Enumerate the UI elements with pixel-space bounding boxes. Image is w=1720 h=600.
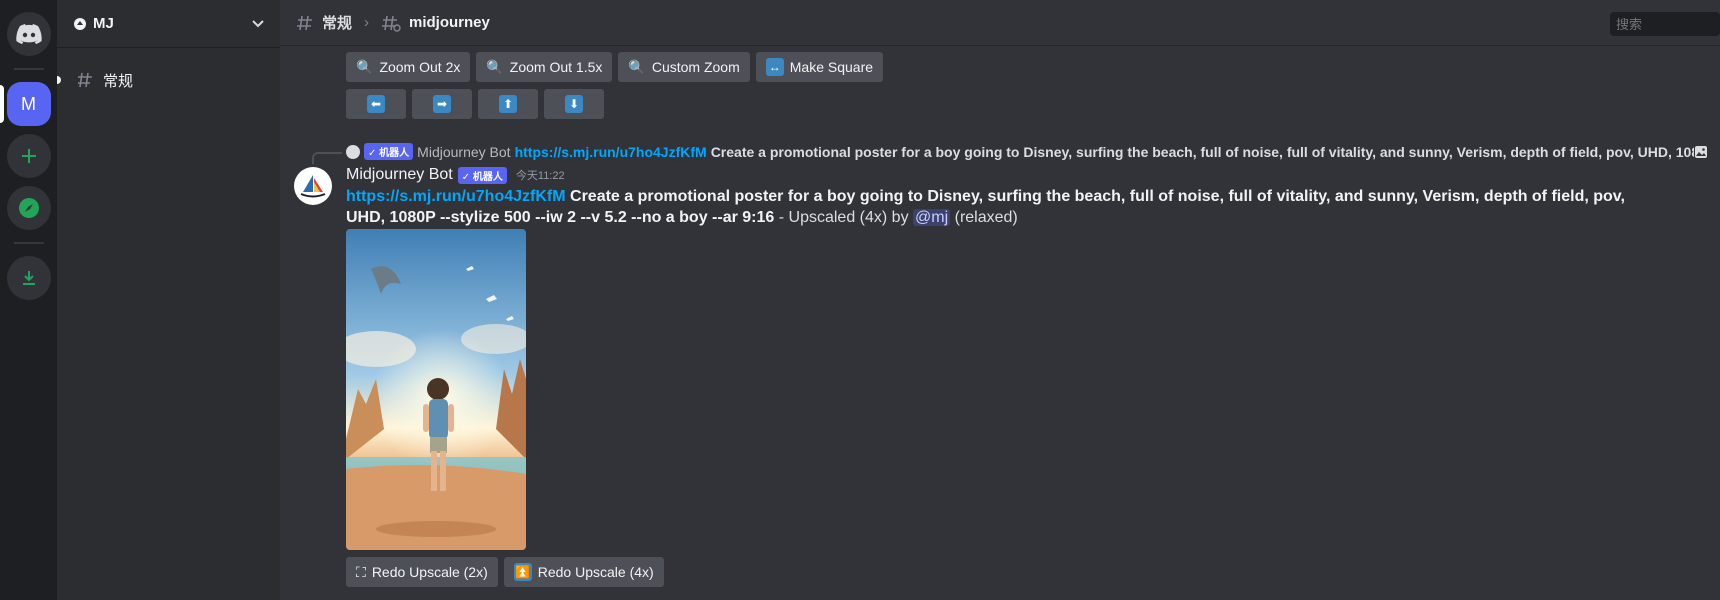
server-name: MJ: [93, 15, 114, 32]
reply-avatar: [346, 144, 360, 159]
zoom-button-row: 🔍 Zoom Out 2x 🔍 Zoom Out 1.5x 🔍 Custom Z…: [346, 52, 889, 82]
thread-channel-icon: [78, 72, 92, 88]
redo-upscale-4x-button[interactable]: ⏫ Redo Upscale (4x): [503, 557, 664, 587]
chevron-down-icon[interactable]: [252, 19, 264, 28]
button-label: Zoom Out 1.5x: [509, 59, 603, 75]
channel-sidebar: MJ 常规: [57, 0, 280, 600]
midjourney-sailboat-icon: [300, 175, 326, 198]
arrow-down-icon: ⬇: [565, 95, 583, 113]
button-label: Make Square: [789, 59, 874, 75]
message-author[interactable]: Midjourney Bot: [346, 166, 453, 184]
expand-icon: ⛶: [356, 563, 366, 580]
hashtag-icon: [297, 15, 312, 30]
reply-author[interactable]: Midjourney Bot: [417, 144, 510, 160]
explore-button[interactable]: [6, 186, 51, 230]
server-rail: M: [0, 0, 57, 600]
download-apps-button[interactable]: [6, 256, 51, 300]
arrow-right-icon: ➡: [433, 95, 451, 113]
redo-upscale-2x-button[interactable]: ⛶ Redo Upscale (2x): [346, 557, 498, 587]
reply-connector: [312, 152, 342, 164]
reply-preview[interactable]: ✓ 机器人 Midjourney Bot https://s.mj.run/u7…: [346, 143, 1708, 160]
pan-down-button[interactable]: ⬇: [544, 89, 604, 119]
reply-text: Create a promotional poster for a boy go…: [710, 143, 1700, 160]
server-header[interactable]: MJ: [57, 0, 280, 48]
breadcrumb-separator: ›: [364, 14, 370, 31]
server-home-icon: [74, 17, 86, 30]
server-icon-mj[interactable]: M: [6, 82, 51, 126]
arrow-left-icon: ⬅: [367, 95, 385, 113]
breadcrumb-channel[interactable]: 常规: [322, 12, 352, 33]
reply-link[interactable]: https://s.mj.run/u7ho4JzfKfM: [515, 144, 707, 160]
discord-logo-icon: [15, 24, 42, 44]
bot-tag: ✓ 机器人: [364, 143, 414, 160]
compass-icon: [18, 198, 39, 218]
image-icon: [1694, 144, 1708, 159]
thread-icon: [382, 15, 401, 32]
pan-left-button[interactable]: ⬅: [346, 89, 406, 119]
upscaled-suffix: - Upscaled (4x) by: [778, 209, 909, 226]
zoom-out-2x-button[interactable]: 🔍 Zoom Out 2x: [346, 52, 471, 82]
zoom-out-1-5x-button[interactable]: 🔍 Zoom Out 1.5x: [476, 52, 613, 82]
bot-tag: ✓ 机器人: [457, 166, 507, 184]
button-label: Redo Upscale (2x): [371, 564, 488, 580]
add-server-button[interactable]: [6, 134, 51, 178]
prompt-link[interactable]: https://s.mj.run/u7ho4JzfKfM: [346, 188, 566, 205]
user-mention[interactable]: @mj: [913, 209, 951, 226]
custom-zoom-button[interactable]: 🔍 Custom Zoom: [618, 52, 750, 82]
page-title: midjourney: [409, 14, 490, 31]
magnifier-icon: 🔍: [356, 58, 374, 75]
channel-header: 常规 › midjourney: [280, 0, 1720, 46]
search-input[interactable]: [1610, 12, 1720, 36]
status-text: (relaxed): [954, 209, 1018, 226]
message-timestamp: 今天11:22: [515, 170, 565, 182]
sidebar-item-general[interactable]: 常规: [57, 64, 272, 96]
left-right-arrow-icon: ↔: [765, 58, 784, 76]
upscale-button-row: ⛶ Redo Upscale (2x) ⏫ Redo Upscale (4x): [346, 557, 670, 587]
avatar[interactable]: [294, 167, 332, 205]
rail-separator-2: [13, 242, 44, 244]
discord-home-button[interactable]: [6, 12, 51, 56]
boy-on-beach-illustration: [346, 229, 526, 550]
unread-indicator: [57, 76, 61, 84]
plus-icon: [21, 149, 36, 163]
message-content: https://s.mj.run/u7ho4JzfKfM Create a pr…: [346, 186, 1656, 228]
button-label: Redo Upscale (4x): [537, 564, 654, 580]
selected-indicator: [0, 85, 4, 123]
download-icon: [22, 271, 35, 285]
pan-right-button[interactable]: ➡: [412, 89, 472, 119]
pan-up-button[interactable]: ⬆: [478, 89, 538, 119]
pan-button-row: ⬅ ➡ ⬆ ⬇: [346, 89, 610, 119]
generated-image[interactable]: [346, 229, 526, 550]
rail-separator: [13, 68, 44, 70]
arrow-up-icon: ⬆: [499, 95, 517, 113]
button-label: Custom Zoom: [651, 59, 740, 75]
double-up-arrow-icon: ⏫: [513, 563, 532, 581]
magnifier-icon: 🔍: [486, 58, 504, 75]
button-label: Zoom Out 2x: [379, 59, 461, 75]
message-header: Midjourney Bot ✓ 机器人 今天11:22: [346, 166, 565, 184]
sidebar-item-label: 常规: [103, 72, 134, 90]
make-square-button[interactable]: ↔ Make Square: [755, 52, 884, 82]
magnifier-icon: 🔍: [628, 58, 646, 75]
